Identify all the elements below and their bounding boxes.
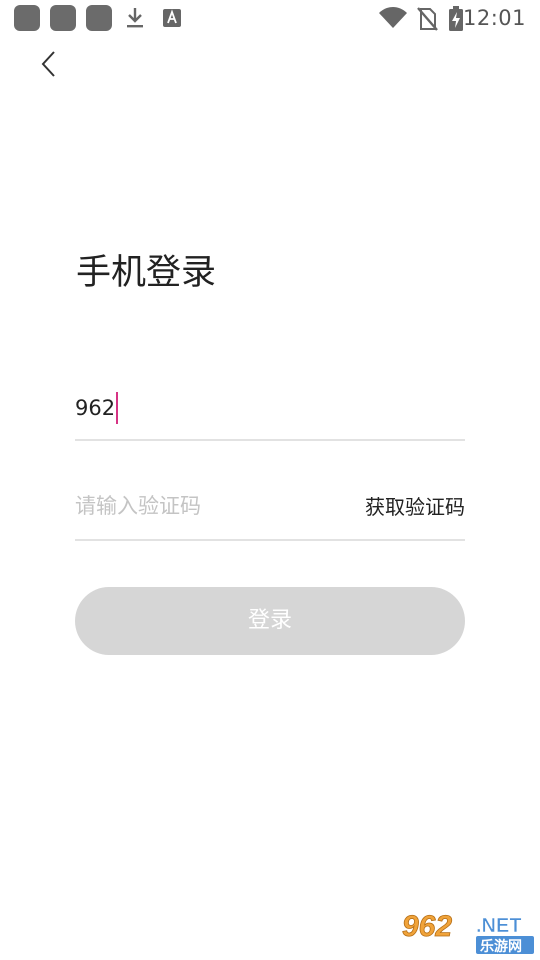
download-icon [127,8,143,28]
back-button[interactable] [32,44,66,84]
phone-input-value: 962 [75,396,116,420]
clock: 12:01 [462,6,526,30]
watermark-suffix: .NET [476,915,522,937]
watermark-logo: 962 .NET 乐游网 [402,910,534,955]
battery-charging-icon [449,6,463,31]
get-code-button[interactable]: 获取验证码 [365,492,465,522]
verification-code-input[interactable]: 请输入验证码 [75,491,201,521]
login-button[interactable]: 登录 [75,587,465,655]
page-title: 手机登录 [76,253,217,293]
phone-field[interactable]: 962 [75,380,465,441]
watermark-number: 962 [402,910,452,943]
notification-square-icon [14,5,40,31]
phone-input[interactable]: 962 [75,392,119,424]
text-caret [116,392,119,424]
a-font-icon [163,9,181,27]
status-bar: 12:01 [0,0,540,36]
notification-square-icon [86,5,112,31]
no-sim-icon [417,7,438,31]
notification-square-icon [50,5,76,31]
watermark-cn: 乐游网 [480,938,522,955]
wifi-icon [379,7,407,28]
chevron-left-icon [41,51,55,77]
verification-code-field[interactable]: 请输入验证码 获取验证码 [75,479,465,541]
